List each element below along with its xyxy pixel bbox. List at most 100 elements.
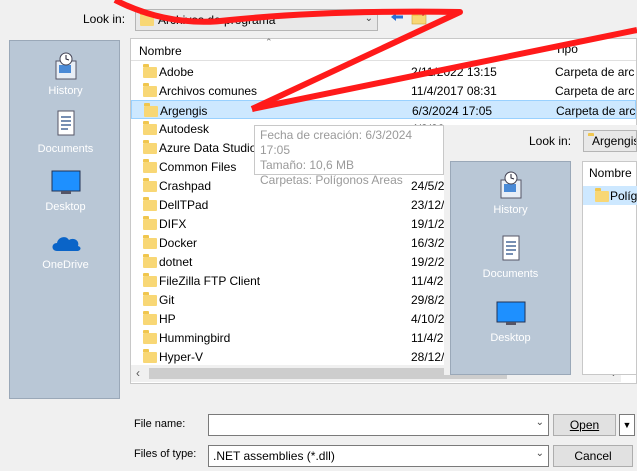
column-name[interactable]: Nombre [139,44,182,58]
onedrive-icon [52,237,81,251]
folder-icon [143,83,157,97]
dialog2-places-bar: History Documents Desktop [450,161,571,375]
tooltip-folders: Carpetas: Polígonos Areas [260,173,403,187]
dialog2-nav-documents[interactable]: Documents [451,234,570,280]
folder-icon [143,311,157,325]
nav-item-onedrive[interactable]: OneDrive [10,229,121,271]
dialog2-nav-desktop[interactable]: Desktop [451,300,570,344]
dialog2-look-in-combo[interactable]: Argengis [583,130,637,152]
row-name: Hummingbird [159,331,231,345]
cancel-button-label: Cancel [574,449,612,463]
row-name: dotnet [159,255,193,269]
row-name: Crashpad [159,179,212,193]
dialog2-file-list[interactable]: Nombre Polígonos Areas [582,161,637,375]
dialog2-row-name: Polígonos Areas [610,189,637,203]
nav-label: Desktop [490,332,531,344]
scroll-left-icon[interactable]: ‹ [136,366,140,380]
caret-down-icon: ▼ [622,420,632,430]
new-folder-icon[interactable] [410,9,428,25]
nav-label: History [493,204,528,216]
nav-label: Documents [37,143,94,155]
row-name: Archivos comunes [159,84,258,98]
row-name: Common Files [159,160,237,174]
files-of-type-label: Files of type: [134,448,197,460]
folder-icon [143,197,157,211]
open-button-label: Open [569,418,600,432]
folder-icon [143,254,157,268]
row-date: 2/11/2022 13:15 [411,65,497,79]
row-type: Carpeta de archivos [556,104,636,118]
folder-icon [143,159,157,173]
desktop-icon [51,170,80,194]
row-name: DellTPad [159,198,209,212]
row-name: HP [159,312,176,326]
row-name: Autodesk [159,122,210,136]
file-name-input[interactable]: ⌄ [208,414,549,436]
folder-icon [143,216,157,230]
files-of-type-select[interactable]: .NET assemblies (*.dll) ⌄ [208,445,549,467]
cancel-button[interactable]: Cancel [553,445,633,467]
row-name: DIFX [159,217,187,231]
folder-icon [144,103,158,117]
documents-icon [57,110,74,136]
look-in-combo[interactable]: Archivos de programa ⌄ [135,9,378,31]
dialog2-look-in-label: Look in: [529,134,572,148]
folder-icon [595,188,609,202]
dialog2-row[interactable]: Polígonos Areas [583,186,637,205]
back-arrow-icon[interactable] [390,12,404,22]
folder-icon [143,273,157,287]
desktop-icon [496,301,525,325]
row-name: Hyper-V [159,350,204,364]
table-row[interactable]: Archivos comunes 11/4/2017 08:31 Carpeta d… [131,81,636,100]
row-name: Docker [159,236,198,250]
documents-icon [502,235,519,261]
folder-tooltip: Fecha de creación: 6/3/2024 17:05 Tamaño… [254,125,444,187]
folder-icon [143,64,157,78]
nav-label: Desktop [45,201,86,213]
table-row[interactable]: Adobe 2/11/2022 13:15 Carpeta de archivos [131,62,636,81]
nav-item-desktop[interactable]: Desktop [10,169,121,213]
list-header: ⌃ Nombre Tipo [131,37,636,61]
dialog2-column-name[interactable]: Nombre [589,166,632,180]
row-type: Carpeta de archivos [555,65,635,79]
chevron-down-icon[interactable]: ⌄ [536,417,544,428]
folder-icon [143,235,157,249]
look-in-label: Look in: [83,12,126,26]
nav-item-history[interactable]: History [10,51,121,97]
files-of-type-value: .NET assemblies (*.dll) [213,449,335,463]
dialog2-nav-history[interactable]: History [451,170,570,216]
folder-icon [143,349,157,363]
sort-up-icon: ⌃ [265,37,273,47]
table-row[interactable]: Argengis 6/3/2024 17:05 Carpeta de archivo… [131,100,636,119]
chevron-down-icon: ⌄ [364,13,373,24]
folder-icon [143,292,157,306]
folder-icon [143,330,157,344]
folder-icon [143,140,157,154]
row-type: Carpeta de archivos [555,84,635,98]
tooltip-size: Tamaño: 10,6 MB [260,158,355,172]
dialog2-look-in-value: Argengis [592,134,637,148]
row-name: Adobe [159,65,194,79]
tooltip-created: Fecha de creación: 6/3/2024 17:05 [260,128,413,157]
places-bar: History Documents Desktop OneDrive [9,40,120,399]
row-name: Argengis [160,104,208,118]
nav-label: History [48,85,83,97]
row-name: Azure Data Studio [159,141,257,155]
folder-icon [140,11,154,26]
history-icon [55,52,76,80]
row-date: 6/3/2024 17:05 [412,104,493,118]
file-name-label: File name: [134,418,186,430]
open-button[interactable]: Open [553,414,616,436]
row-name: FileZilla FTP Client [159,274,261,288]
column-type[interactable]: Tipo [555,42,578,56]
chevron-down-icon: ⌄ [535,448,544,459]
nav-label: Documents [482,268,539,280]
look-in-value: Archivos de programa [158,13,276,27]
row-date: 11/4/2017 08:31 [411,84,497,98]
nav-item-documents[interactable]: Documents [10,109,121,155]
history-icon [500,171,521,199]
nav-label: OneDrive [42,259,89,271]
folder-icon [143,178,157,192]
open-dropdown-button[interactable]: ▼ [619,414,635,436]
row-name: Git [159,293,175,307]
